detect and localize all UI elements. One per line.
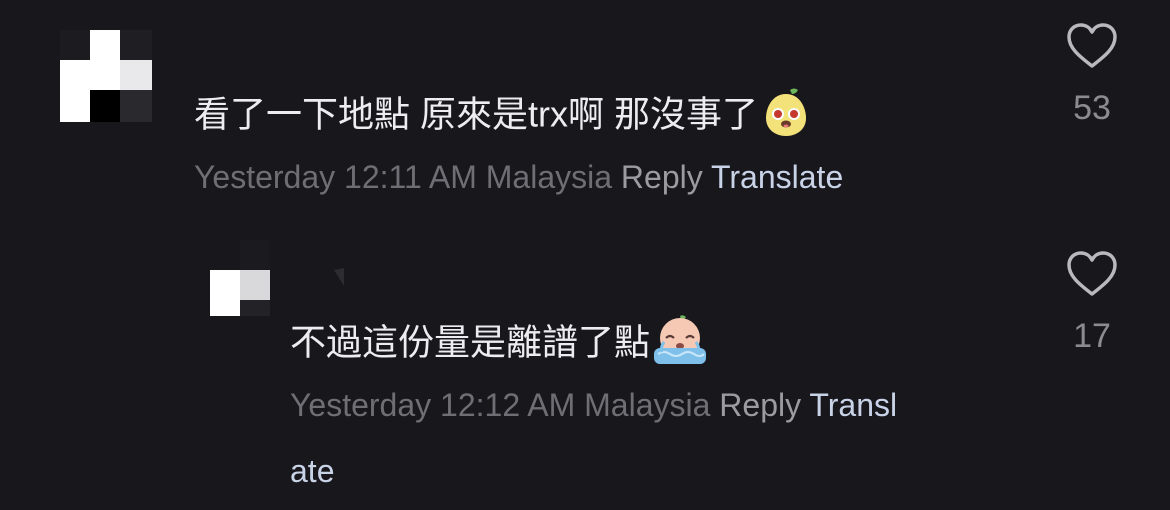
comment-meta: Yesterday 12:11 AM Malaysia Reply Transl…	[194, 157, 843, 197]
avatar-pixel	[120, 90, 152, 122]
avatar[interactable]	[60, 30, 152, 122]
avatar-pixel	[120, 30, 152, 60]
avatar-pixel	[240, 240, 270, 270]
avatar-pixel	[240, 270, 270, 300]
like-button[interactable]	[1062, 250, 1122, 298]
avatar-pixel	[90, 60, 120, 90]
like-count: 53	[1073, 89, 1111, 127]
crying-face-emoji	[652, 314, 708, 376]
translate-button[interactable]: Translate	[711, 159, 843, 195]
like-count: 17	[1073, 317, 1111, 355]
translate-button-wrap[interactable]: ate	[290, 451, 334, 491]
avatar-pixel	[90, 30, 120, 60]
timestamp: Yesterday 12:11 AM	[194, 159, 477, 195]
avatar[interactable]	[210, 240, 270, 316]
avatar-pixel	[60, 60, 90, 90]
avatar-pixel	[120, 60, 152, 90]
heart-icon	[1067, 23, 1117, 68]
avatar-pixel	[60, 90, 90, 122]
avatar-pixel	[90, 90, 120, 122]
pear-face-emoji	[760, 86, 812, 148]
avatar-pixel	[210, 240, 240, 270]
comment-text: 不過這份量是離譜了點	[290, 314, 708, 376]
comment-body: 不過這份量是離譜了點	[290, 321, 651, 363]
comment-body: 看了一下地點 原來是trx啊 那沒事了	[194, 93, 758, 135]
avatar-pixel	[210, 270, 240, 300]
reply-button[interactable]: Reply	[719, 387, 801, 423]
avatar-pixel	[240, 300, 270, 316]
location: Malaysia	[584, 387, 711, 423]
heart-icon	[1067, 251, 1117, 296]
like-button[interactable]	[1062, 22, 1122, 70]
avatar-pixel	[60, 30, 90, 60]
avatar-pixel	[210, 300, 240, 316]
timestamp: Yesterday 12:12 AM	[290, 387, 576, 423]
comment-meta: Yesterday 12:12 AM Malaysia Reply Transl	[290, 385, 897, 425]
reply-button[interactable]: Reply	[621, 159, 703, 195]
location: Malaysia	[485, 159, 613, 195]
comment-text: 看了一下地點 原來是trx啊 那沒事了	[194, 86, 812, 148]
translate-button[interactable]: Transl	[809, 387, 897, 423]
username-mark	[332, 268, 344, 286]
